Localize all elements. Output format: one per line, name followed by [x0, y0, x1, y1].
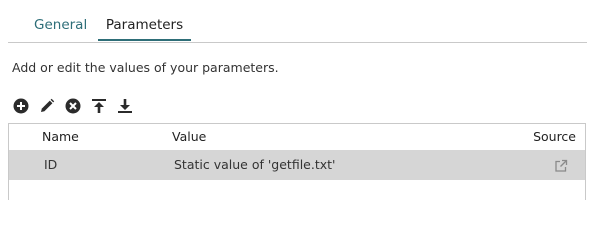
tab-parameters[interactable]: Parameters — [98, 15, 191, 42]
parameters-toolbar — [12, 96, 142, 116]
column-header-value[interactable]: Value — [172, 128, 206, 146]
external-link-icon[interactable] — [554, 158, 568, 172]
table-row[interactable]: ID Static value of 'getfile.txt' — [9, 150, 585, 180]
edit-pencil-icon[interactable] — [38, 97, 56, 115]
column-header-name[interactable]: Name — [42, 128, 79, 146]
remove-circle-icon[interactable] — [64, 97, 82, 115]
tab-general[interactable]: General — [34, 15, 87, 35]
parameters-panel: General Parameters Add or edit the value… — [0, 0, 593, 200]
column-header-source[interactable]: Source — [533, 128, 576, 146]
table-header: Name Value Source — [9, 124, 585, 150]
description-text: Add or edit the values of your parameter… — [12, 60, 279, 75]
active-tab-indicator — [98, 39, 191, 41]
parameters-table: Name Value Source ID Static value of 'ge… — [8, 123, 586, 200]
row-name-cell: ID — [44, 157, 58, 172]
add-circle-icon[interactable] — [12, 97, 30, 115]
move-to-top-icon[interactable] — [90, 97, 108, 115]
move-to-bottom-icon[interactable] — [116, 97, 134, 115]
row-value-cell: Static value of 'getfile.txt' — [174, 157, 336, 172]
tab-bar: General Parameters — [8, 0, 587, 43]
